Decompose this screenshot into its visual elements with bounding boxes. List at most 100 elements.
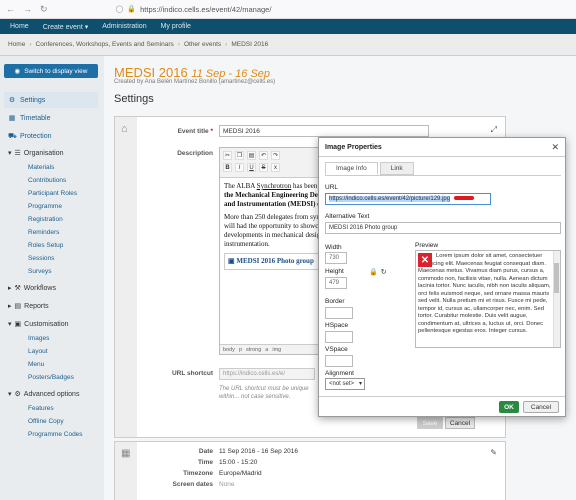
list-icon: ☰ — [14, 150, 21, 157]
breadcrumb-category[interactable]: Conferences, Workshops, Events and Semin… — [36, 41, 174, 48]
description-link[interactable]: Synchrotron — [257, 182, 292, 190]
italic-icon[interactable]: I — [235, 163, 244, 172]
underline-icon[interactable]: U — [247, 163, 256, 172]
ok-button[interactable]: OK — [499, 401, 519, 413]
url-shortcut-input[interactable]: https://indico.cells.es/e/ — [219, 368, 315, 380]
description-label: Description — [177, 150, 213, 157]
sidebar-item-timetable[interactable]: ▦ Timetable — [4, 110, 98, 126]
close-icon[interactable]: ✕ — [551, 142, 559, 153]
home-icon: ⌂ — [121, 123, 128, 135]
forward-arrow-icon[interactable]: → — [23, 4, 32, 14]
screen-dates-value: None — [219, 481, 235, 488]
chevron-down-icon: ▾ — [8, 321, 12, 328]
switch-to-display-view-button[interactable]: ◉ Switch to display view — [4, 64, 98, 78]
browser-bar: ← → ↻ ◯ 🔒 https://indico.cells.es/event/… — [0, 0, 576, 19]
breadcrumb-event[interactable]: MEDSI 2016 — [231, 41, 268, 48]
sidebar-item-roles-setup[interactable]: Roles Setup — [28, 242, 63, 249]
back-arrow-icon[interactable]: ← — [6, 4, 15, 14]
hspace-input[interactable] — [325, 331, 353, 343]
bold-icon[interactable]: B — [223, 163, 232, 172]
sidebar-item-images[interactable]: Images — [28, 335, 49, 342]
gear-icon: ⚙ — [8, 97, 16, 104]
sidebar-item-features[interactable]: Features — [28, 405, 54, 412]
sidebar-item-programme[interactable]: Programme — [28, 203, 62, 210]
border-input[interactable] — [325, 307, 353, 319]
height-input[interactable]: 479 — [325, 277, 347, 289]
description-paragraph-2: More than 250 delegates from syno will h… — [224, 213, 324, 248]
reset-size-icon[interactable]: ↻ — [381, 268, 387, 276]
image-url-input[interactable]: https://indico.cells.es/event/42/picture… — [325, 193, 491, 205]
tab-link[interactable]: Link — [379, 162, 414, 175]
breadcrumb-subcategory[interactable]: Other events — [184, 41, 221, 48]
breadcrumb: Home › Conferences, Workshops, Events an… — [0, 34, 576, 56]
chevron-down-icon: ▾ — [8, 391, 12, 398]
sidebar-item-contributions[interactable]: Contributions — [28, 177, 66, 184]
editor-image[interactable]: ▣ MEDSI 2016 Photo group — [224, 253, 324, 270]
sidebar-item-settings[interactable]: ⚙ Settings — [4, 92, 98, 108]
sidebar-item-reminders[interactable]: Reminders — [28, 229, 59, 236]
save-button[interactable]: Save — [417, 417, 443, 429]
broken-image-icon: ✕ — [418, 253, 432, 267]
sidebar-item-surveys[interactable]: Surveys — [28, 268, 51, 275]
sidebar-item-posters-badges[interactable]: Posters/Badges — [28, 374, 74, 381]
collapse-icon[interactable]: ⤢ — [491, 125, 497, 135]
copy-icon[interactable]: ❐ — [235, 151, 244, 160]
sidebar-item-menu[interactable]: Menu — [28, 361, 44, 368]
sidebar-item-materials[interactable]: Materials — [28, 164, 54, 171]
tab-image-info[interactable]: Image Info — [325, 162, 378, 175]
cancel-button[interactable]: Cancel — [445, 417, 475, 429]
undo-icon[interactable]: ↶ — [259, 151, 268, 160]
event-title-heading: MEDSI 2016 11 Sep - 16 Sep — [114, 65, 271, 80]
time-label: Time — [197, 459, 213, 466]
alignment-select[interactable]: <not set> ▾ — [325, 378, 365, 390]
sidebar-group-workflows[interactable]: ▸ ⚒ Workflows — [4, 282, 98, 294]
sidebar-group-advanced-options[interactable]: ▾ ⚙ Advanced options — [4, 388, 98, 400]
redo-icon[interactable]: ↷ — [271, 151, 280, 160]
dialog-cancel-button[interactable]: Cancel — [523, 401, 559, 413]
sidebar-item-registration[interactable]: Registration — [28, 216, 63, 223]
paste-icon[interactable]: ▤ — [247, 151, 256, 160]
reload-icon[interactable]: ↻ — [40, 4, 48, 15]
created-by: Created by Ana Belén Martínez Bonillo (a… — [114, 79, 276, 85]
url-label: URL — [325, 184, 339, 191]
calendar-icon: ▦ — [8, 115, 16, 122]
vspace-input[interactable] — [325, 355, 353, 367]
sidebar-item-sessions[interactable]: Sessions — [28, 255, 54, 262]
width-label: Width — [325, 244, 342, 251]
topmenu-my-profile[interactable]: My profile — [161, 23, 191, 30]
sidebar-group-organisation[interactable]: ▾ ☰ Organisation — [4, 147, 98, 159]
sidebar-item-layout[interactable]: Layout — [28, 348, 48, 355]
sidebar-group-reports[interactable]: ▸ ▤ Reports — [4, 300, 98, 312]
topmenu-home[interactable]: Home — [10, 23, 29, 30]
topmenu-administration[interactable]: Administration — [102, 23, 146, 30]
shield-icon: ◯ — [115, 6, 124, 13]
preview-text: Lorem ipsum dolor sit amet, consectetuer… — [418, 253, 551, 334]
sidebar-item-offline-copy[interactable]: Offline Copy — [28, 418, 64, 425]
sidebar-item-programme-codes[interactable]: Programme Codes — [28, 431, 83, 438]
editor-content[interactable]: The ALBA Synchrotron has been p the Mech… — [220, 178, 328, 274]
description-editor[interactable]: ✂ ❐ ▤ ↶ ↷ B I U S x The ALBA Synchrotron… — [219, 147, 329, 355]
sidebar-item-participant-roles[interactable]: Participant Roles — [28, 190, 77, 197]
alt-text-input[interactable]: MEDSI 2016 Photo group — [325, 222, 561, 234]
pencil-icon[interactable]: ✎ — [490, 448, 497, 457]
calendar-icon: ▦ — [121, 448, 131, 459]
preview-label: Preview — [415, 242, 439, 249]
alt-text-label: Alternative Text — [325, 213, 370, 220]
broken-image-icon: ▣ — [228, 257, 235, 265]
scrollbar-thumb[interactable] — [554, 263, 559, 293]
breadcrumb-home[interactable]: Home — [8, 41, 25, 48]
strikethrough-icon[interactable]: S — [259, 163, 268, 172]
width-input[interactable]: 730 — [325, 252, 347, 264]
address-bar[interactable]: ◯ 🔒 https://indico.cells.es/event/42/man… — [116, 5, 272, 14]
image-properties-dialog: Image Properties ✕ Image Info Link URL h… — [318, 137, 566, 417]
event-title-input[interactable]: MEDSI 2016 — [219, 125, 429, 137]
cut-icon[interactable]: ✂ — [223, 151, 232, 160]
sidebar-group-customisation[interactable]: ▾ ▣ Customisation — [4, 318, 98, 330]
sidebar-item-protection[interactable]: ⛟ Protection — [4, 128, 98, 144]
subscript-icon[interactable]: x — [271, 163, 280, 172]
height-label: Height — [325, 268, 344, 275]
topmenu-create-event[interactable]: Create event ▾ — [43, 23, 89, 31]
date-label: Date — [198, 448, 213, 455]
lock-ratio-icon[interactable]: 🔒 — [369, 268, 378, 276]
shield-icon: ⛟ — [8, 132, 17, 140]
